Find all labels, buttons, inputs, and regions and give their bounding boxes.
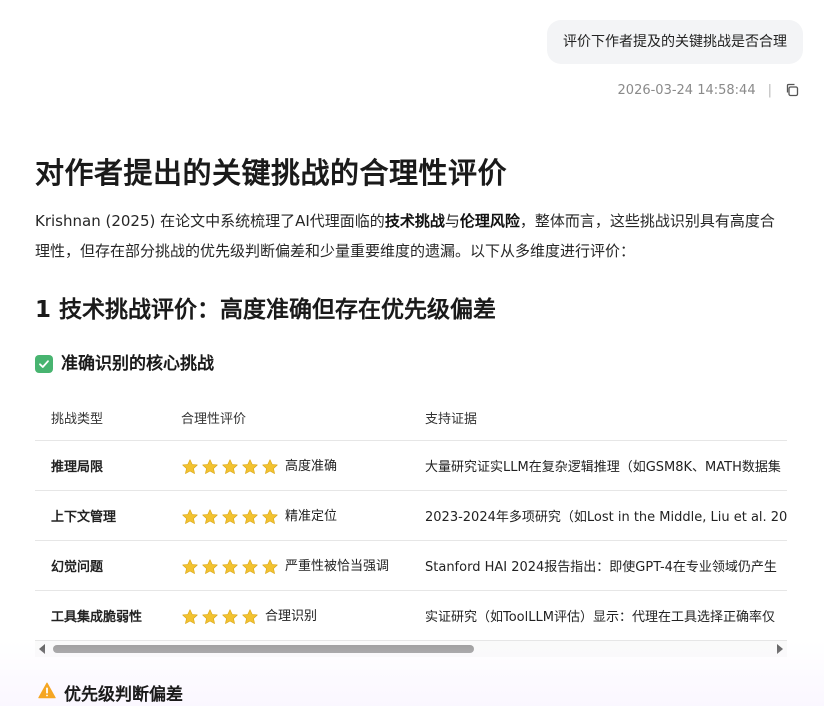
star-icon [181,608,199,626]
cell-evidence: 实证研究（如ToolLLM评估）显示：代理在工具选择正确率仅 [409,590,787,640]
answer-title: 对作者提出的关键挑战的合理性评价 [35,156,508,190]
challenge-table-container[interactable]: 挑战类型 合理性评价 支持证据 推理局限 高度准确 大量研究证实LLM在复杂逻辑推理… [35,394,787,640]
star-icon [221,608,239,626]
subsection-core-challenges: 准确识别的核心挑战 [35,352,795,376]
star-rating [181,608,259,626]
star-icon [261,458,279,476]
table-row: 幻觉问题 严重性被恰当强调 Stanford HAI 2024报告指出：即使GPT-… [35,540,787,591]
subsection-priority-bias: 优先级判断偏差 [38,680,183,705]
horizontal-scrollbar[interactable] [35,640,787,657]
header-evidence: 支持证据 [425,411,478,427]
star-rating [181,508,279,526]
intro-bold-tech: 技术挑战 [384,212,445,230]
star-icon [241,508,259,526]
scroll-right-arrow-icon[interactable] [777,644,783,654]
section-1-title: 1 技术挑战评价：高度准确但存在优先级偏差 [35,297,497,323]
star-icon [201,458,219,476]
user-message-text: 评价下作者提及的关键挑战是否合理 [563,34,787,50]
star-icon [201,508,219,526]
meta-separator: | [767,82,772,98]
cell-challenge-type: 幻觉问题 [35,540,165,591]
star-icon [221,458,239,476]
table-header-row: 挑战类型 合理性评价 支持证据 [35,394,787,441]
cell-rating: 严重性被恰当强调 [165,540,409,591]
cell-challenge-type: 工具集成脆弱性 [35,590,165,640]
star-icon [221,508,239,526]
cell-evidence: 大量研究证实LLM在复杂逻辑推理（如GSM8K、MATH数据集 [409,440,787,491]
table-row: 推理局限 高度准确 大量研究证实LLM在复杂逻辑推理（如GSM8K、MATH数据集 [35,440,787,491]
intro-text: 与 [444,212,460,230]
rating-text: 精准定位 [285,509,338,525]
table-row: 上下文管理 精准定位 2023-2024年多项研究（如Lost in the Mid… [35,490,787,541]
cell-rating: 合理识别 [165,590,409,640]
star-icon [201,608,219,626]
star-icon [241,558,259,576]
star-icon [261,558,279,576]
cell-evidence: 2023-2024年多项研究（如Lost in the Middle, Liu … [409,490,787,541]
star-icon [201,558,219,576]
cell-challenge-type: 上下文管理 [35,490,165,541]
warning-icon [38,682,56,704]
scroll-left-arrow-icon[interactable] [39,644,45,654]
answer-intro: Krishnan (2025) 在论文中系统梳理了AI代理面临的技术挑战与伦理风… [35,206,780,266]
header-rating: 合理性评价 [181,411,247,427]
subsection-title: 准确识别的核心挑战 [61,354,214,374]
cell-evidence: Stanford HAI 2024报告指出：即使GPT-4在专业领域仍产生 [409,540,787,591]
message-meta: 2026-03-24 14:58:44 | [618,82,800,98]
user-message-bubble: 评价下作者提及的关键挑战是否合理 [547,20,803,64]
check-icon [35,355,53,373]
challenge-table: 挑战类型 合理性评价 支持证据 推理局限 高度准确 大量研究证实LLM在复杂逻辑推理… [35,394,787,640]
rating-text: 合理识别 [265,609,318,625]
intro-text: Krishnan (2025) 在论文中系统梳理了AI代理面临的 [35,212,385,230]
star-icon [181,558,199,576]
rating-text: 高度准确 [285,459,338,475]
message-timestamp: 2026-03-24 14:58:44 [617,82,756,98]
rating-text: 严重性被恰当强调 [285,559,390,575]
cell-rating: 高度准确 [165,440,409,491]
star-icon [241,458,259,476]
star-icon [221,558,239,576]
scroll-thumb[interactable] [53,645,474,653]
cell-challenge-type: 推理局限 [35,440,165,491]
star-icon [181,508,199,526]
assistant-answer: 对作者提出的关键挑战的合理性评价 Krishnan (2025) 在论文中系统梳… [35,150,795,657]
star-rating [181,558,279,576]
cell-rating: 精准定位 [165,490,409,541]
star-icon [261,508,279,526]
subsection-title: 优先级判断偏差 [64,685,183,705]
intro-bold-ethics: 伦理风险 [459,212,520,230]
copy-icon[interactable] [784,82,800,98]
star-icon [181,458,199,476]
table-row: 工具集成脆弱性 合理识别 实证研究（如ToolLLM评估）显示：代理在工具选择正确率… [35,590,787,640]
header-type: 挑战类型 [51,411,104,427]
star-icon [241,608,259,626]
star-rating [181,458,279,476]
